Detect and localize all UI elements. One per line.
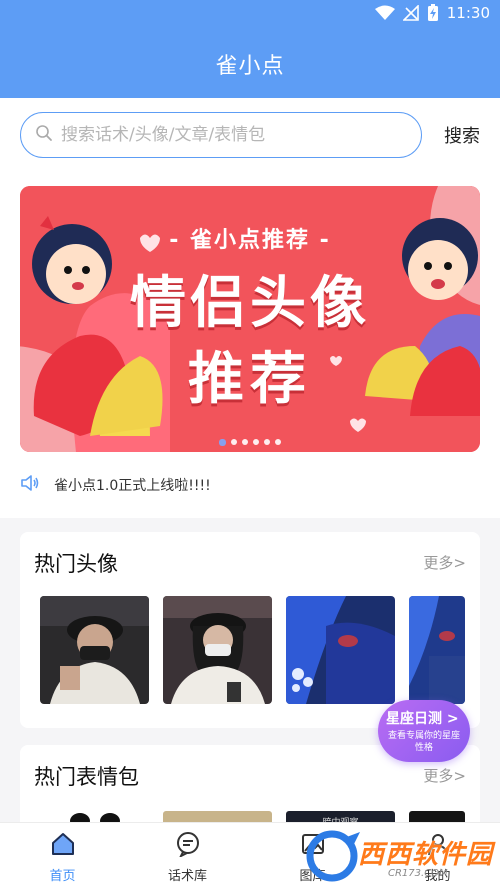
more-avatars-link[interactable]: 更多> — [423, 552, 466, 573]
banner-subheadline: 推荐 — [188, 347, 312, 412]
promo-banner[interactable]: - 雀小点推荐 - 情侣头像 推荐 — [20, 186, 480, 452]
status-bar: 11:30 — [0, 0, 500, 30]
announcement-bar[interactable]: 雀小点1.0正式上线啦!!!! — [20, 474, 211, 496]
hot-avatars-section: 热门头像 更多> — [20, 532, 480, 728]
speaker-icon — [20, 474, 40, 496]
battery-icon — [427, 4, 439, 22]
no-signal-icon — [402, 5, 419, 21]
section-title: 热门表情包 — [34, 765, 139, 789]
avatar-thumbnail-2[interactable] — [163, 596, 272, 704]
watermark-text: 西西软件园 — [358, 840, 494, 870]
pagination-dot[interactable] — [242, 439, 248, 445]
pagination-dot[interactable] — [275, 439, 281, 445]
status-icons: 11:30 — [374, 4, 490, 22]
tab-label: 话术库 — [167, 869, 207, 884]
pagination-dot[interactable] — [219, 439, 226, 446]
page-title: 雀小点 — [215, 54, 285, 79]
avatar-thumbnail-4[interactable] — [409, 596, 465, 704]
avatar-thumbnail-1[interactable] — [40, 596, 149, 704]
fab-subtitle: 查看专属你的星座性格 — [388, 731, 461, 753]
banner-pagination — [20, 439, 480, 446]
search-button[interactable]: 搜索 — [444, 122, 480, 148]
search-input[interactable] — [61, 125, 391, 145]
announcement-text: 雀小点1.0正式上线啦!!!! — [54, 478, 211, 494]
more-emoji-link[interactable]: 更多> — [423, 765, 466, 786]
home-icon — [50, 831, 76, 861]
fab-title: 星座日测 > — [386, 711, 459, 727]
app-bar: 雀小点 — [0, 30, 500, 98]
watermark-logo-icon — [306, 830, 360, 882]
wifi-icon — [374, 5, 395, 21]
tab-home[interactable]: 首页 — [0, 823, 125, 888]
tab-phrases[interactable]: 话术库 — [125, 823, 250, 888]
horoscope-fab[interactable]: 星座日测 > 查看专属你的星座性格 — [378, 700, 470, 762]
pagination-dot[interactable] — [253, 439, 259, 445]
avatar-thumbnail-3[interactable] — [286, 596, 395, 704]
status-time: 11:30 — [446, 4, 490, 22]
search-icon — [35, 124, 53, 146]
tab-label: 首页 — [49, 869, 76, 884]
search-row: 搜索 — [20, 112, 480, 160]
chat-icon — [175, 831, 201, 861]
pagination-dot[interactable] — [264, 439, 270, 445]
banner-tag: - 雀小点推荐 - — [169, 228, 331, 253]
pagination-dot[interactable] — [231, 439, 237, 445]
watermark-url: CR173.COM — [388, 868, 448, 879]
section-title: 热门头像 — [34, 552, 118, 576]
banner-headline: 情侣头像 — [130, 271, 370, 336]
site-watermark: 西西软件园 CR173.COM — [300, 824, 500, 888]
search-box[interactable] — [20, 112, 422, 158]
